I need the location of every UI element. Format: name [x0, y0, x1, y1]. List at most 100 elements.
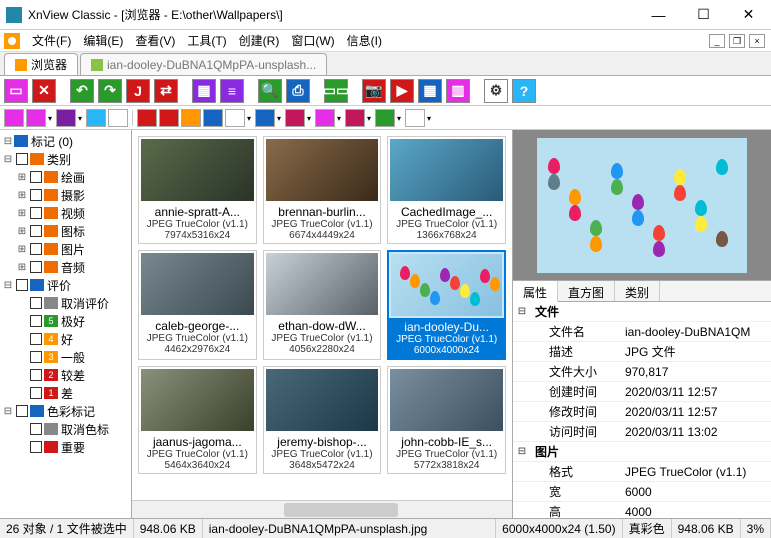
tool-capture[interactable]: 📷 — [362, 79, 386, 103]
expand-icon[interactable]: ⊞ — [16, 190, 28, 201]
tree-node[interactable]: 1差 — [2, 384, 129, 402]
checkbox[interactable] — [30, 441, 42, 453]
expand-icon[interactable]: ⊟ — [2, 136, 14, 147]
tool-jpeg[interactable]: J — [126, 79, 150, 103]
expand-icon[interactable]: ⊟ — [513, 306, 531, 317]
thumbnail[interactable]: CachedImage_...JPEG TrueColor (v1.1)1366… — [387, 136, 506, 244]
mdi-restore-button[interactable]: ❐ — [729, 34, 745, 48]
t2-c[interactable] — [56, 109, 76, 127]
close-button[interactable]: ✕ — [726, 0, 771, 30]
menu-create[interactable]: 创建(R) — [233, 30, 286, 51]
t2-i[interactable] — [203, 109, 223, 127]
thumbnail[interactable]: ian-dooley-Du...JPEG TrueColor (v1.1)600… — [387, 250, 506, 360]
checkbox[interactable] — [30, 243, 42, 255]
checkbox[interactable] — [30, 369, 42, 381]
menu-tools[interactable]: 工具(T) — [181, 30, 232, 51]
t2-p[interactable] — [405, 109, 425, 127]
tab-category[interactable]: 类别 — [615, 281, 660, 301]
thumbnail[interactable]: caleb-george-...JPEG TrueColor (v1.1)446… — [138, 250, 257, 360]
tree-node[interactable]: ⊞绘画 — [2, 168, 129, 186]
tree-node[interactable]: ⊞图片 — [2, 240, 129, 258]
tool-search[interactable]: 🔍 — [258, 79, 282, 103]
t2-m[interactable] — [315, 109, 335, 127]
tree-node[interactable]: ⊟标记 (0) — [2, 132, 129, 150]
t2-o[interactable] — [375, 109, 395, 127]
tab-browser[interactable]: 浏览器 — [4, 53, 78, 75]
tool-list[interactable]: ≡ — [220, 79, 244, 103]
tab-histogram[interactable]: 直方图 — [558, 281, 615, 301]
thumbnail[interactable]: jeremy-bishop-...JPEG TrueColor (v1.1)36… — [263, 366, 382, 474]
tool-rotate-right[interactable]: ↷ — [98, 79, 122, 103]
tool-web[interactable]: ▦ — [418, 79, 442, 103]
expand-icon[interactable]: ⊟ — [2, 406, 14, 417]
tool-print[interactable]: ⎙ — [286, 79, 310, 103]
checkbox[interactable] — [30, 297, 42, 309]
horizontal-scrollbar[interactable] — [132, 500, 512, 518]
expand-icon[interactable]: ⊞ — [16, 226, 28, 237]
thumbnail[interactable]: john-cobb-IE_s...JPEG TrueColor (v1.1)57… — [387, 366, 506, 474]
category-tree[interactable]: ⊟标记 (0)⊟类别⊞绘画⊞摄影⊞视频⊞图标⊞图片⊞音频⊟评价取消评价5极好4好… — [0, 130, 131, 518]
tree-node[interactable]: 取消评价 — [2, 294, 129, 312]
menu-info[interactable]: 信息(I) — [341, 30, 388, 51]
menu-window[interactable]: 窗口(W) — [285, 30, 340, 51]
tree-node[interactable]: ⊞音频 — [2, 258, 129, 276]
t2-l[interactable] — [285, 109, 305, 127]
t2-j[interactable] — [225, 109, 245, 127]
expand-icon[interactable]: ⊟ — [513, 446, 531, 457]
t2-g[interactable] — [159, 109, 179, 127]
checkbox[interactable] — [30, 315, 42, 327]
t2-f[interactable] — [137, 109, 157, 127]
tree-node[interactable]: 3一般 — [2, 348, 129, 366]
checkbox[interactable] — [30, 225, 42, 237]
t2-k[interactable] — [255, 109, 275, 127]
checkbox[interactable] — [30, 423, 42, 435]
t2-d[interactable] — [86, 109, 106, 127]
tab-attributes[interactable]: 属性 — [513, 281, 558, 302]
checkbox[interactable] — [30, 171, 42, 183]
checkbox[interactable] — [16, 405, 28, 417]
t2-a[interactable] — [4, 109, 24, 127]
thumbnail[interactable]: brennan-burlin...JPEG TrueColor (v1.1)66… — [263, 136, 382, 244]
expand-icon[interactable]: ⊟ — [2, 154, 14, 165]
tree-node[interactable]: ⊟类别 — [2, 150, 129, 168]
tool-compare[interactable]: ▭▭ — [324, 79, 348, 103]
checkbox[interactable] — [16, 279, 28, 291]
thumbnail[interactable]: annie-spratt-A...JPEG TrueColor (v1.1)79… — [138, 136, 257, 244]
tree-node[interactable]: 重要 — [2, 438, 129, 456]
tree-node[interactable]: ⊞摄影 — [2, 186, 129, 204]
checkbox[interactable] — [30, 351, 42, 363]
tree-node[interactable]: ⊞图标 — [2, 222, 129, 240]
tree-node[interactable]: ⊟评价 — [2, 276, 129, 294]
checkbox[interactable] — [16, 153, 28, 165]
tree-node[interactable]: 4好 — [2, 330, 129, 348]
thumbnail[interactable]: ethan-dow-dW...JPEG TrueColor (v1.1)4056… — [263, 250, 382, 360]
property-grid[interactable]: ⊟文件文件名ian-dooley-DuBNA1QM描述JPG 文件文件大小970… — [513, 302, 771, 518]
thumbnail[interactable]: jaanus-jagoma...JPEG TrueColor (v1.1)546… — [138, 366, 257, 474]
tool-fit[interactable]: ✕ — [32, 79, 56, 103]
tool-convert[interactable]: ⇄ — [154, 79, 178, 103]
tree-node[interactable]: ⊞视频 — [2, 204, 129, 222]
tree-node[interactable]: 2较差 — [2, 366, 129, 384]
mdi-close-button[interactable]: × — [749, 34, 765, 48]
thumbnail-grid[interactable]: annie-spratt-A...JPEG TrueColor (v1.1)79… — [132, 130, 512, 500]
maximize-button[interactable]: ☐ — [681, 0, 726, 30]
expand-icon[interactable]: ⊟ — [2, 280, 14, 291]
minimize-button[interactable]: — — [636, 0, 681, 30]
expand-icon[interactable]: ⊞ — [16, 172, 28, 183]
mdi-minimize-button[interactable]: _ — [709, 34, 725, 48]
expand-icon[interactable]: ⊞ — [16, 244, 28, 255]
tool-rotate-left[interactable]: ↶ — [70, 79, 94, 103]
tree-node[interactable]: 5极好 — [2, 312, 129, 330]
checkbox[interactable] — [30, 333, 42, 345]
t2-b[interactable] — [26, 109, 46, 127]
expand-icon[interactable]: ⊞ — [16, 208, 28, 219]
tool-help[interactable]: ? — [512, 79, 536, 103]
menu-file[interactable]: 文件(F) — [26, 30, 77, 51]
checkbox[interactable] — [30, 189, 42, 201]
checkbox[interactable] — [30, 261, 42, 273]
checkbox[interactable] — [30, 207, 42, 219]
tree-node[interactable]: 取消色标 — [2, 420, 129, 438]
checkbox[interactable] — [30, 387, 42, 399]
tree-node[interactable]: ⊟色彩标记 — [2, 402, 129, 420]
tool-slideshow[interactable]: ▶ — [390, 79, 414, 103]
